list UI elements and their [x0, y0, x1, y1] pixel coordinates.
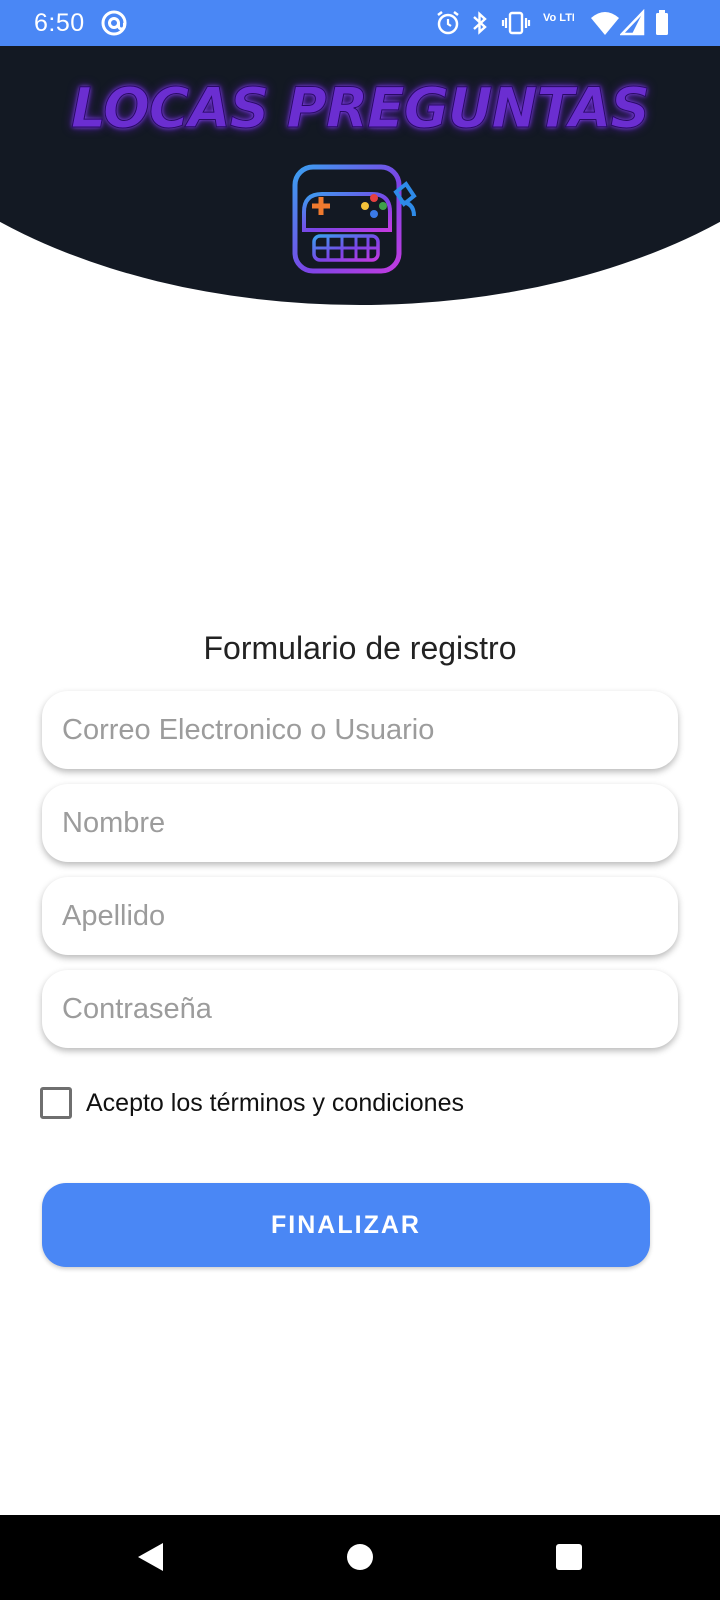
back-icon[interactable]: [133, 1539, 169, 1575]
wifi-icon: [591, 12, 619, 35]
email-username-field-container: [42, 691, 678, 769]
email-username-input[interactable]: [42, 691, 678, 769]
vibrate-icon: [501, 11, 531, 35]
password-field-container: [42, 970, 678, 1048]
first-name-field-container: [42, 784, 678, 862]
battery-icon: [656, 10, 668, 35]
recents-icon[interactable]: [551, 1539, 587, 1575]
form-title: Formulario de registro: [203, 630, 517, 666]
last-name-input[interactable]: [42, 877, 678, 955]
navigation-bar: [0, 1515, 720, 1600]
at-sign-icon: [101, 10, 127, 36]
signal-icon: [620, 9, 645, 36]
last-name-field-container: [42, 877, 678, 955]
alarm-icon: [437, 11, 459, 35]
bluetooth-icon: [473, 11, 487, 35]
finish-button[interactable]: FINALIZAR: [42, 1183, 650, 1267]
game-controller-icon: [292, 164, 417, 274]
terms-checkbox[interactable]: [40, 1087, 72, 1119]
terms-row[interactable]: Acepto los términos y condiciones: [40, 1086, 464, 1120]
home-icon[interactable]: [342, 1539, 378, 1575]
app-title: LOCAS PREGUNTAS: [70, 76, 650, 141]
app-screen: 6:50 Vo LTE: [0, 0, 720, 1600]
status-bar: 6:50 Vo LTE: [0, 0, 720, 46]
status-time: 6:50: [34, 9, 85, 37]
volte-icon: Vo LTE: [543, 12, 574, 24]
first-name-input[interactable]: [42, 784, 678, 862]
terms-label: Acepto los términos y condiciones: [86, 1088, 464, 1117]
svg-text:Vo LTE: Vo LTE: [543, 12, 574, 24]
password-input[interactable]: [42, 970, 678, 1048]
